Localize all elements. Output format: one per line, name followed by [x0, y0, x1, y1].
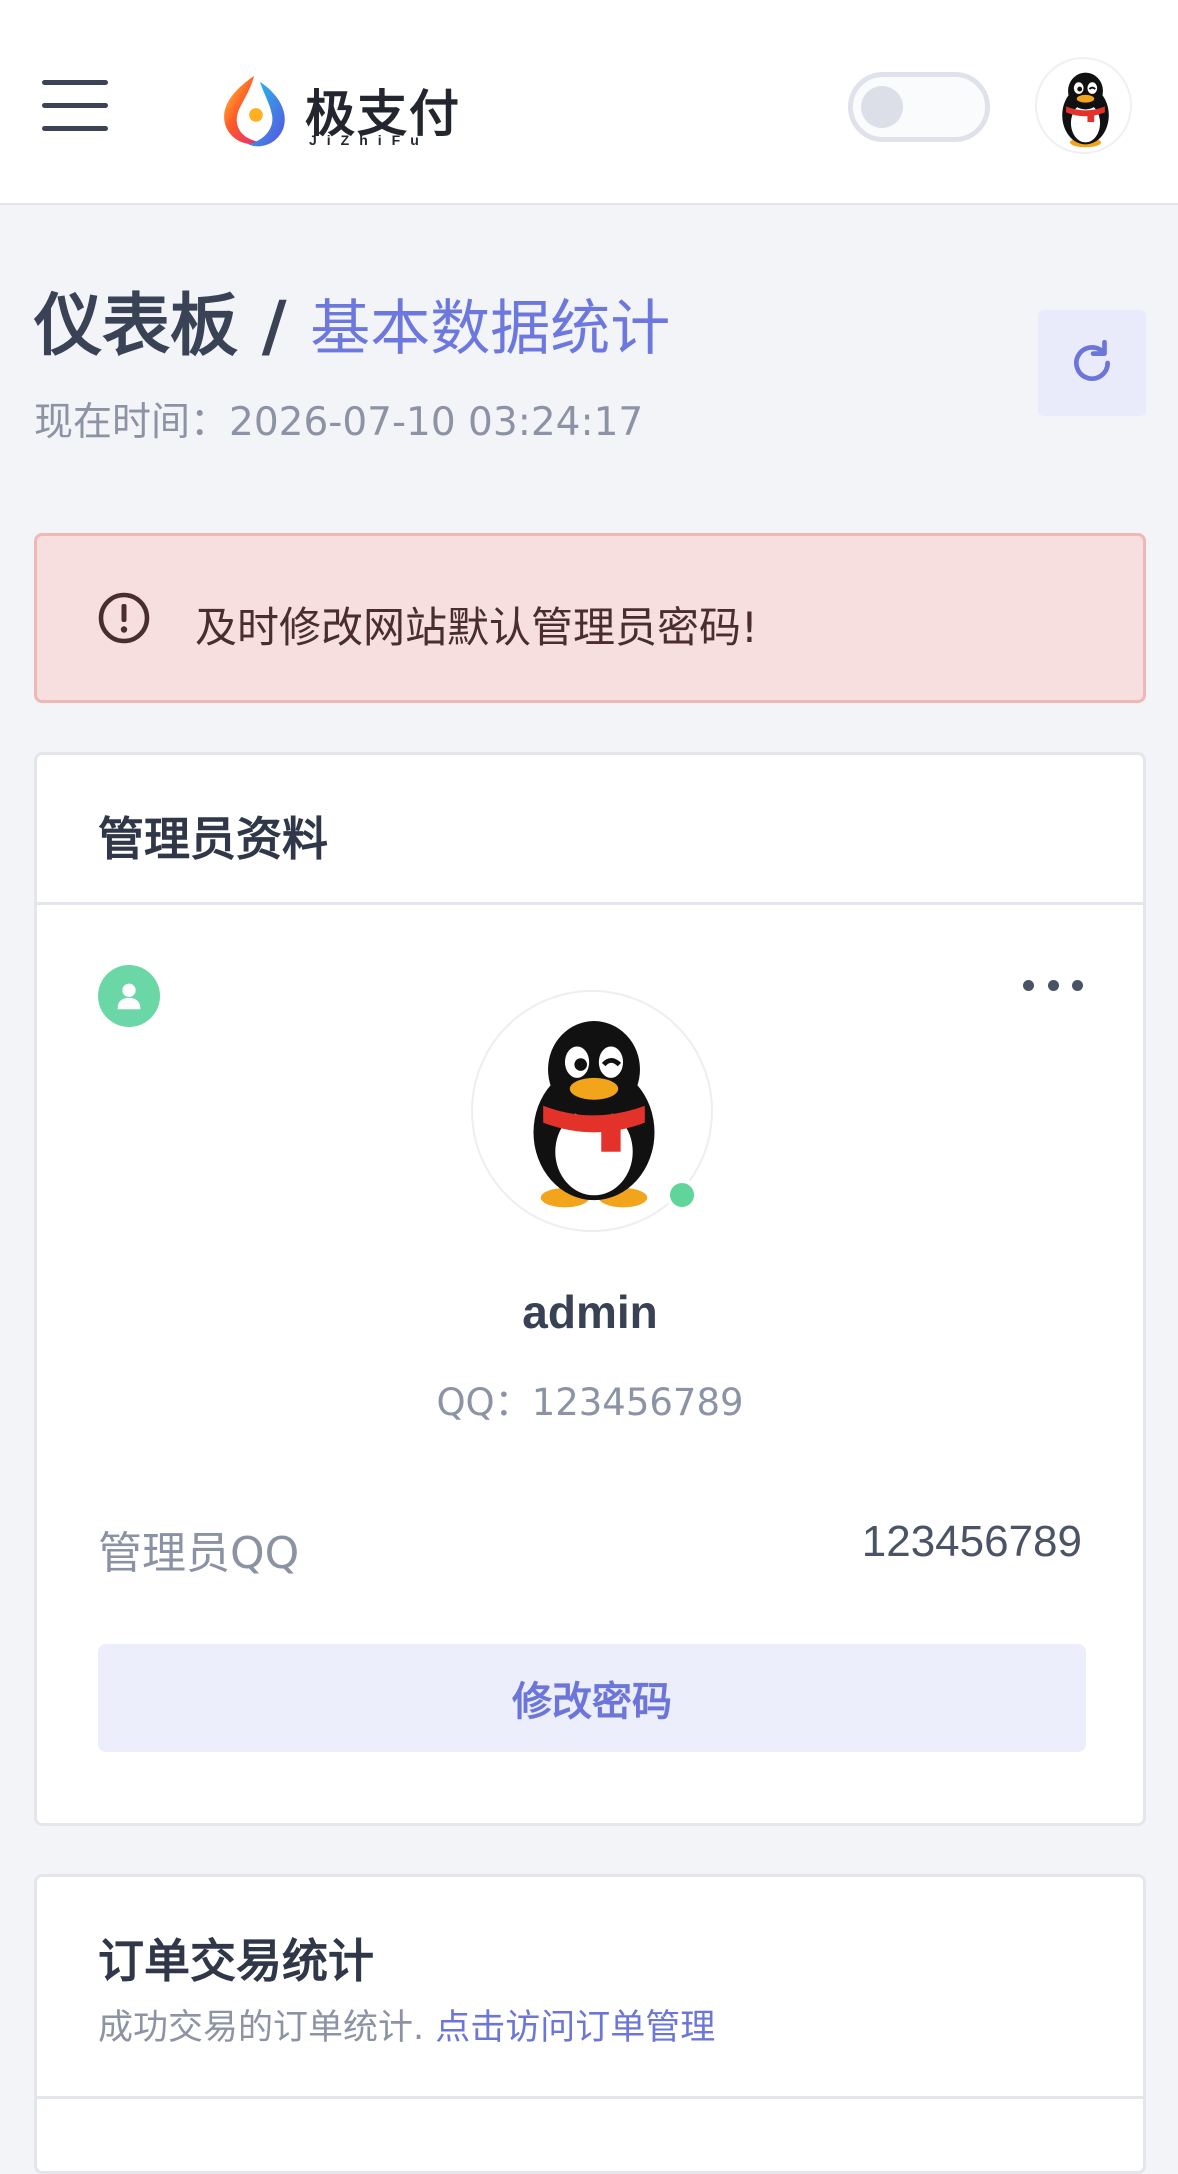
qq-penguin-avatar-icon: [1062, 72, 1109, 148]
orders-management-link[interactable]: 点击访问订单管理: [435, 2008, 715, 2048]
refresh-button[interactable]: [1038, 310, 1146, 416]
admin-qq-value: 123456789: [861, 1517, 1082, 1566]
card-header: 订单交易统计 成功交易的订单统计. 点击访问订单管理: [37, 1877, 1143, 2099]
top-navbar: 极支付 JiZhiFu: [0, 0, 1178, 205]
user-icon: [98, 965, 160, 1027]
admin-username: admin: [522, 1286, 658, 1338]
page-subtitle: 基本数据统计: [310, 294, 671, 364]
change-password-button[interactable]: 修改密码: [98, 1644, 1086, 1752]
page-title-main: 仪表板: [34, 287, 239, 366]
exclamation-circle-icon: [98, 592, 150, 644]
theme-toggle-switch[interactable]: [848, 72, 990, 142]
warning-alert: 及时修改网站默认管理员密码!: [34, 533, 1146, 703]
admin-qq-label: 管理员QQ: [98, 1528, 300, 1579]
admin-qq: QQ：123456789: [37, 1372, 1143, 1426]
page-heading: 仪表板 / 基本数据统计 现在时间：2026-07-10 03:24:17: [34, 270, 670, 447]
qq-value: 123456789: [531, 1381, 744, 1424]
toggle-knob: [861, 86, 903, 128]
time-label: 现在时间：: [34, 400, 230, 445]
current-time: 现在时间：2026-07-10 03:24:17: [34, 391, 670, 447]
online-status-dot: [666, 1179, 698, 1211]
order-stats-card: 订单交易统计 成功交易的订单统计. 点击访问订单管理: [34, 1874, 1146, 2174]
logo[interactable]: 极支付 JiZhiFu: [215, 68, 465, 158]
card-title: 管理员资料: [98, 812, 328, 866]
logo-mark-icon: [224, 75, 285, 147]
hamburger-menu-icon[interactable]: [42, 80, 110, 132]
logo-subtitle: JiZhiFu: [309, 132, 429, 148]
more-dots-icon[interactable]: [1023, 965, 1083, 1005]
time-value: 2026-07-10 03:24:17: [229, 400, 644, 445]
orders-desc-text: 成功交易的订单统计.: [98, 2008, 425, 2048]
page-title: 仪表板 / 基本数据统计: [34, 270, 670, 369]
qq-label: QQ：: [436, 1381, 532, 1424]
card-header: 管理员资料: [37, 755, 1143, 905]
card-description: 成功交易的订单统计. 点击访问订单管理: [98, 1999, 715, 2050]
alert-text: 及时修改网站默认管理员密码!: [195, 603, 758, 652]
refresh-icon: [1074, 339, 1110, 381]
card-title: 订单交易统计: [98, 1934, 374, 1988]
top-avatar[interactable]: [1035, 57, 1132, 154]
admin-profile-card: 管理员资料 admin QQ：123456789 管理员QQ 123456789…: [34, 752, 1146, 1826]
title-separator: /: [238, 287, 311, 366]
